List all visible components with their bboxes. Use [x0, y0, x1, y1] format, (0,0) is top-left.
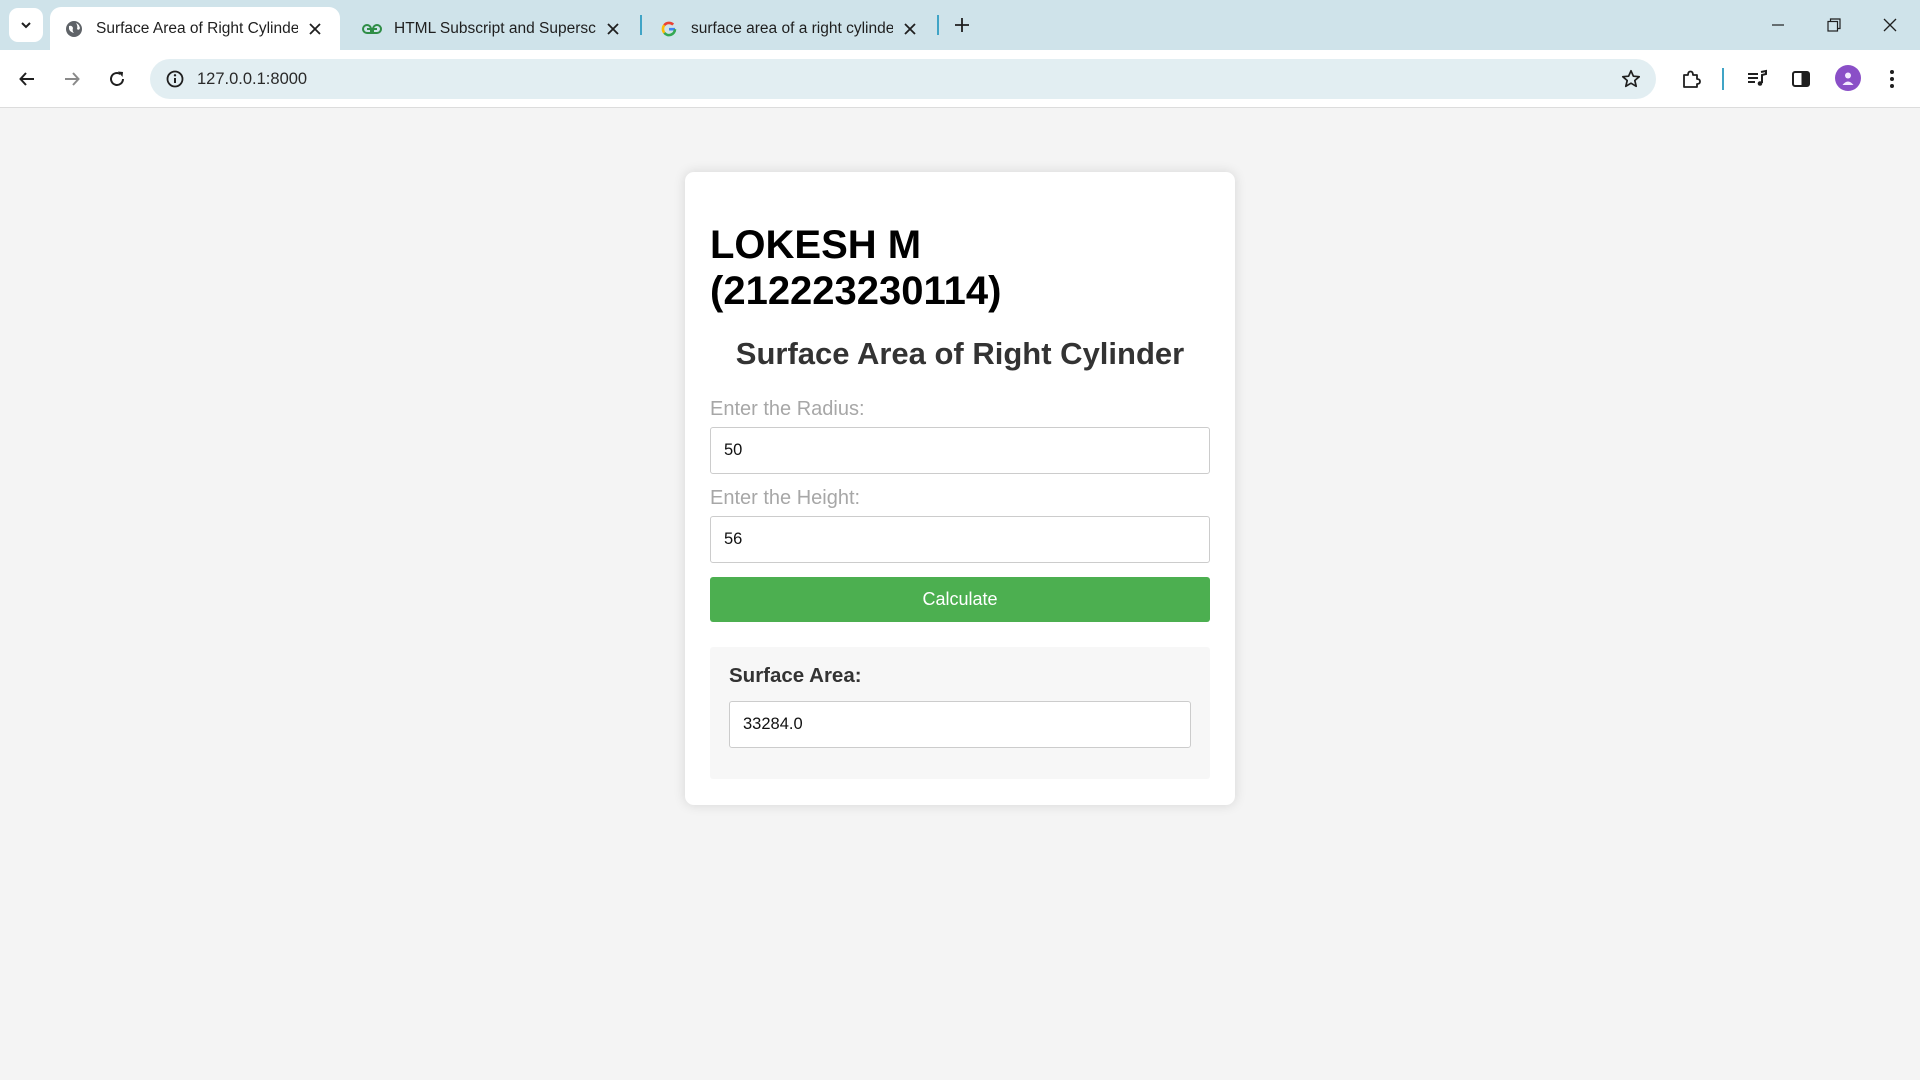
tab-separator: [640, 15, 642, 35]
queue-music-icon: [1748, 69, 1767, 86]
media-control-button[interactable]: [1739, 61, 1775, 97]
reload-button[interactable]: [99, 61, 135, 97]
radius-label: Enter the Radius:: [710, 398, 865, 420]
site-info-button[interactable]: [160, 64, 190, 94]
profile-avatar[interactable]: [1835, 65, 1861, 91]
tab-strip: Surface Area of Right Cylinder HTML Subs…: [0, 0, 1920, 50]
address-bar[interactable]: 127.0.0.1:8000: [150, 59, 1656, 99]
close-icon[interactable]: [304, 18, 326, 40]
tab-separator: [937, 15, 939, 35]
tab-google-search[interactable]: surface area of a right cylinder c: [645, 7, 935, 50]
page-title: Surface Area of Right Cylinder: [735, 336, 1185, 371]
side-panel-icon: [1792, 71, 1810, 87]
more-vertical-icon: [1890, 70, 1894, 88]
menu-button[interactable]: [1874, 61, 1910, 97]
height-label: Enter the Height:: [710, 487, 861, 509]
star-icon: [1621, 69, 1641, 88]
calculate-button[interactable]: Calculate: [710, 577, 1210, 622]
arrow-right-icon: [65, 72, 80, 86]
side-panel-button[interactable]: [1783, 61, 1819, 97]
back-button[interactable]: [9, 61, 45, 97]
restore-button[interactable]: [1806, 0, 1862, 50]
surface-area-output[interactable]: [729, 701, 1191, 748]
restore-icon: [1827, 18, 1841, 32]
result-panel: Surface Area:: [710, 647, 1210, 779]
result-label: Surface Area:: [729, 664, 862, 687]
url-text[interactable]: 127.0.0.1:8000: [197, 59, 307, 99]
tab-search-button[interactable]: [9, 8, 43, 42]
radius-input[interactable]: [710, 427, 1210, 474]
calculator-card: LOKESH M (212223230114) Surface Area of …: [685, 172, 1235, 805]
tab-title: surface area of a right cylinder c: [691, 19, 893, 37]
chevron-down-icon: [21, 22, 31, 29]
height-input[interactable]: [710, 516, 1210, 563]
minimize-button[interactable]: [1750, 0, 1806, 50]
tab-title: HTML Subscript and Superscrip: [394, 19, 596, 37]
google-icon: [659, 19, 679, 39]
person-icon: [1842, 72, 1854, 85]
close-icon: [1883, 18, 1897, 32]
close-icon[interactable]: [899, 18, 921, 40]
tab-html-subscript[interactable]: HTML Subscript and Superscrip: [348, 7, 638, 50]
tab-title: Surface Area of Right Cylinder: [96, 19, 298, 37]
forward-button[interactable]: [54, 61, 90, 97]
puzzle-icon: [1683, 70, 1701, 88]
extensions-button[interactable]: [1673, 61, 1709, 97]
plus-icon: [955, 18, 969, 32]
globe-icon: [64, 19, 84, 39]
arrow-left-icon: [19, 72, 34, 86]
minimize-icon: [1772, 24, 1784, 26]
close-icon[interactable]: [602, 18, 624, 40]
student-name: LOKESH M (212223230114): [710, 223, 1002, 313]
close-window-button[interactable]: [1862, 0, 1918, 50]
tab-surface-area[interactable]: Surface Area of Right Cylinder: [50, 7, 340, 50]
info-icon: [166, 70, 184, 88]
toolbar-separator: [1722, 68, 1724, 90]
new-tab-button[interactable]: [947, 10, 977, 40]
browser-toolbar: 127.0.0.1:8000: [0, 50, 1920, 108]
bookmark-button[interactable]: [1616, 64, 1646, 94]
gfg-icon: [362, 19, 382, 39]
reload-icon: [110, 71, 124, 86]
